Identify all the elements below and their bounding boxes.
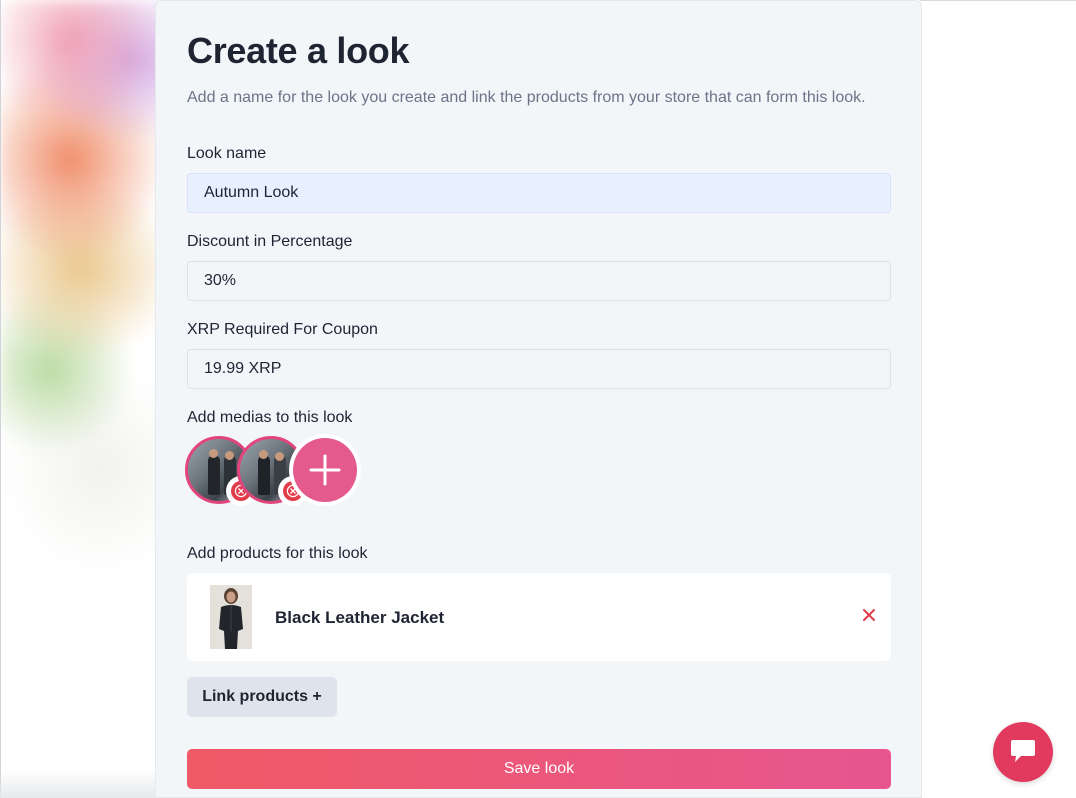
product-name: Black Leather Jacket bbox=[275, 608, 445, 627]
background-blur bbox=[0, 0, 170, 798]
xrp-required-label: XRP Required For Coupon bbox=[187, 321, 378, 338]
chat-bubble-icon bbox=[1011, 740, 1035, 762]
plus-icon bbox=[309, 454, 341, 486]
products-label: Add products for this look bbox=[187, 545, 368, 562]
page-subtitle: Add a name for the look you create and l… bbox=[187, 89, 866, 106]
page-title: Create a look bbox=[187, 30, 410, 71]
jacket-image-icon bbox=[210, 585, 252, 649]
media-figure-head bbox=[275, 452, 284, 461]
bottom-shadow bbox=[0, 770, 155, 798]
media-figure bbox=[258, 455, 270, 495]
look-name-label: Look name bbox=[187, 145, 267, 162]
discount-label: Discount in Percentage bbox=[187, 233, 353, 250]
media-figure-head bbox=[209, 449, 218, 458]
medias-label: Add medias to this look bbox=[187, 409, 353, 426]
discount-input[interactable] bbox=[187, 261, 891, 301]
window-edge-top bbox=[920, 0, 1076, 1]
product-thumbnail bbox=[210, 585, 252, 649]
media-figure bbox=[208, 455, 220, 495]
look-name-input[interactable] bbox=[187, 173, 891, 213]
save-look-button[interactable]: Save look bbox=[187, 749, 891, 789]
product-item: Black Leather Jacket bbox=[187, 573, 891, 661]
media-figure-head bbox=[259, 450, 268, 459]
link-products-button[interactable]: Link products + bbox=[187, 677, 337, 717]
window-edge bbox=[0, 0, 1, 798]
remove-product-button[interactable] bbox=[861, 607, 877, 623]
xrp-required-input[interactable] bbox=[187, 349, 891, 389]
add-media-button[interactable] bbox=[289, 434, 361, 506]
media-list bbox=[185, 434, 365, 506]
chat-button[interactable] bbox=[993, 722, 1053, 782]
close-icon bbox=[863, 609, 875, 621]
media-figure-head bbox=[225, 451, 234, 460]
